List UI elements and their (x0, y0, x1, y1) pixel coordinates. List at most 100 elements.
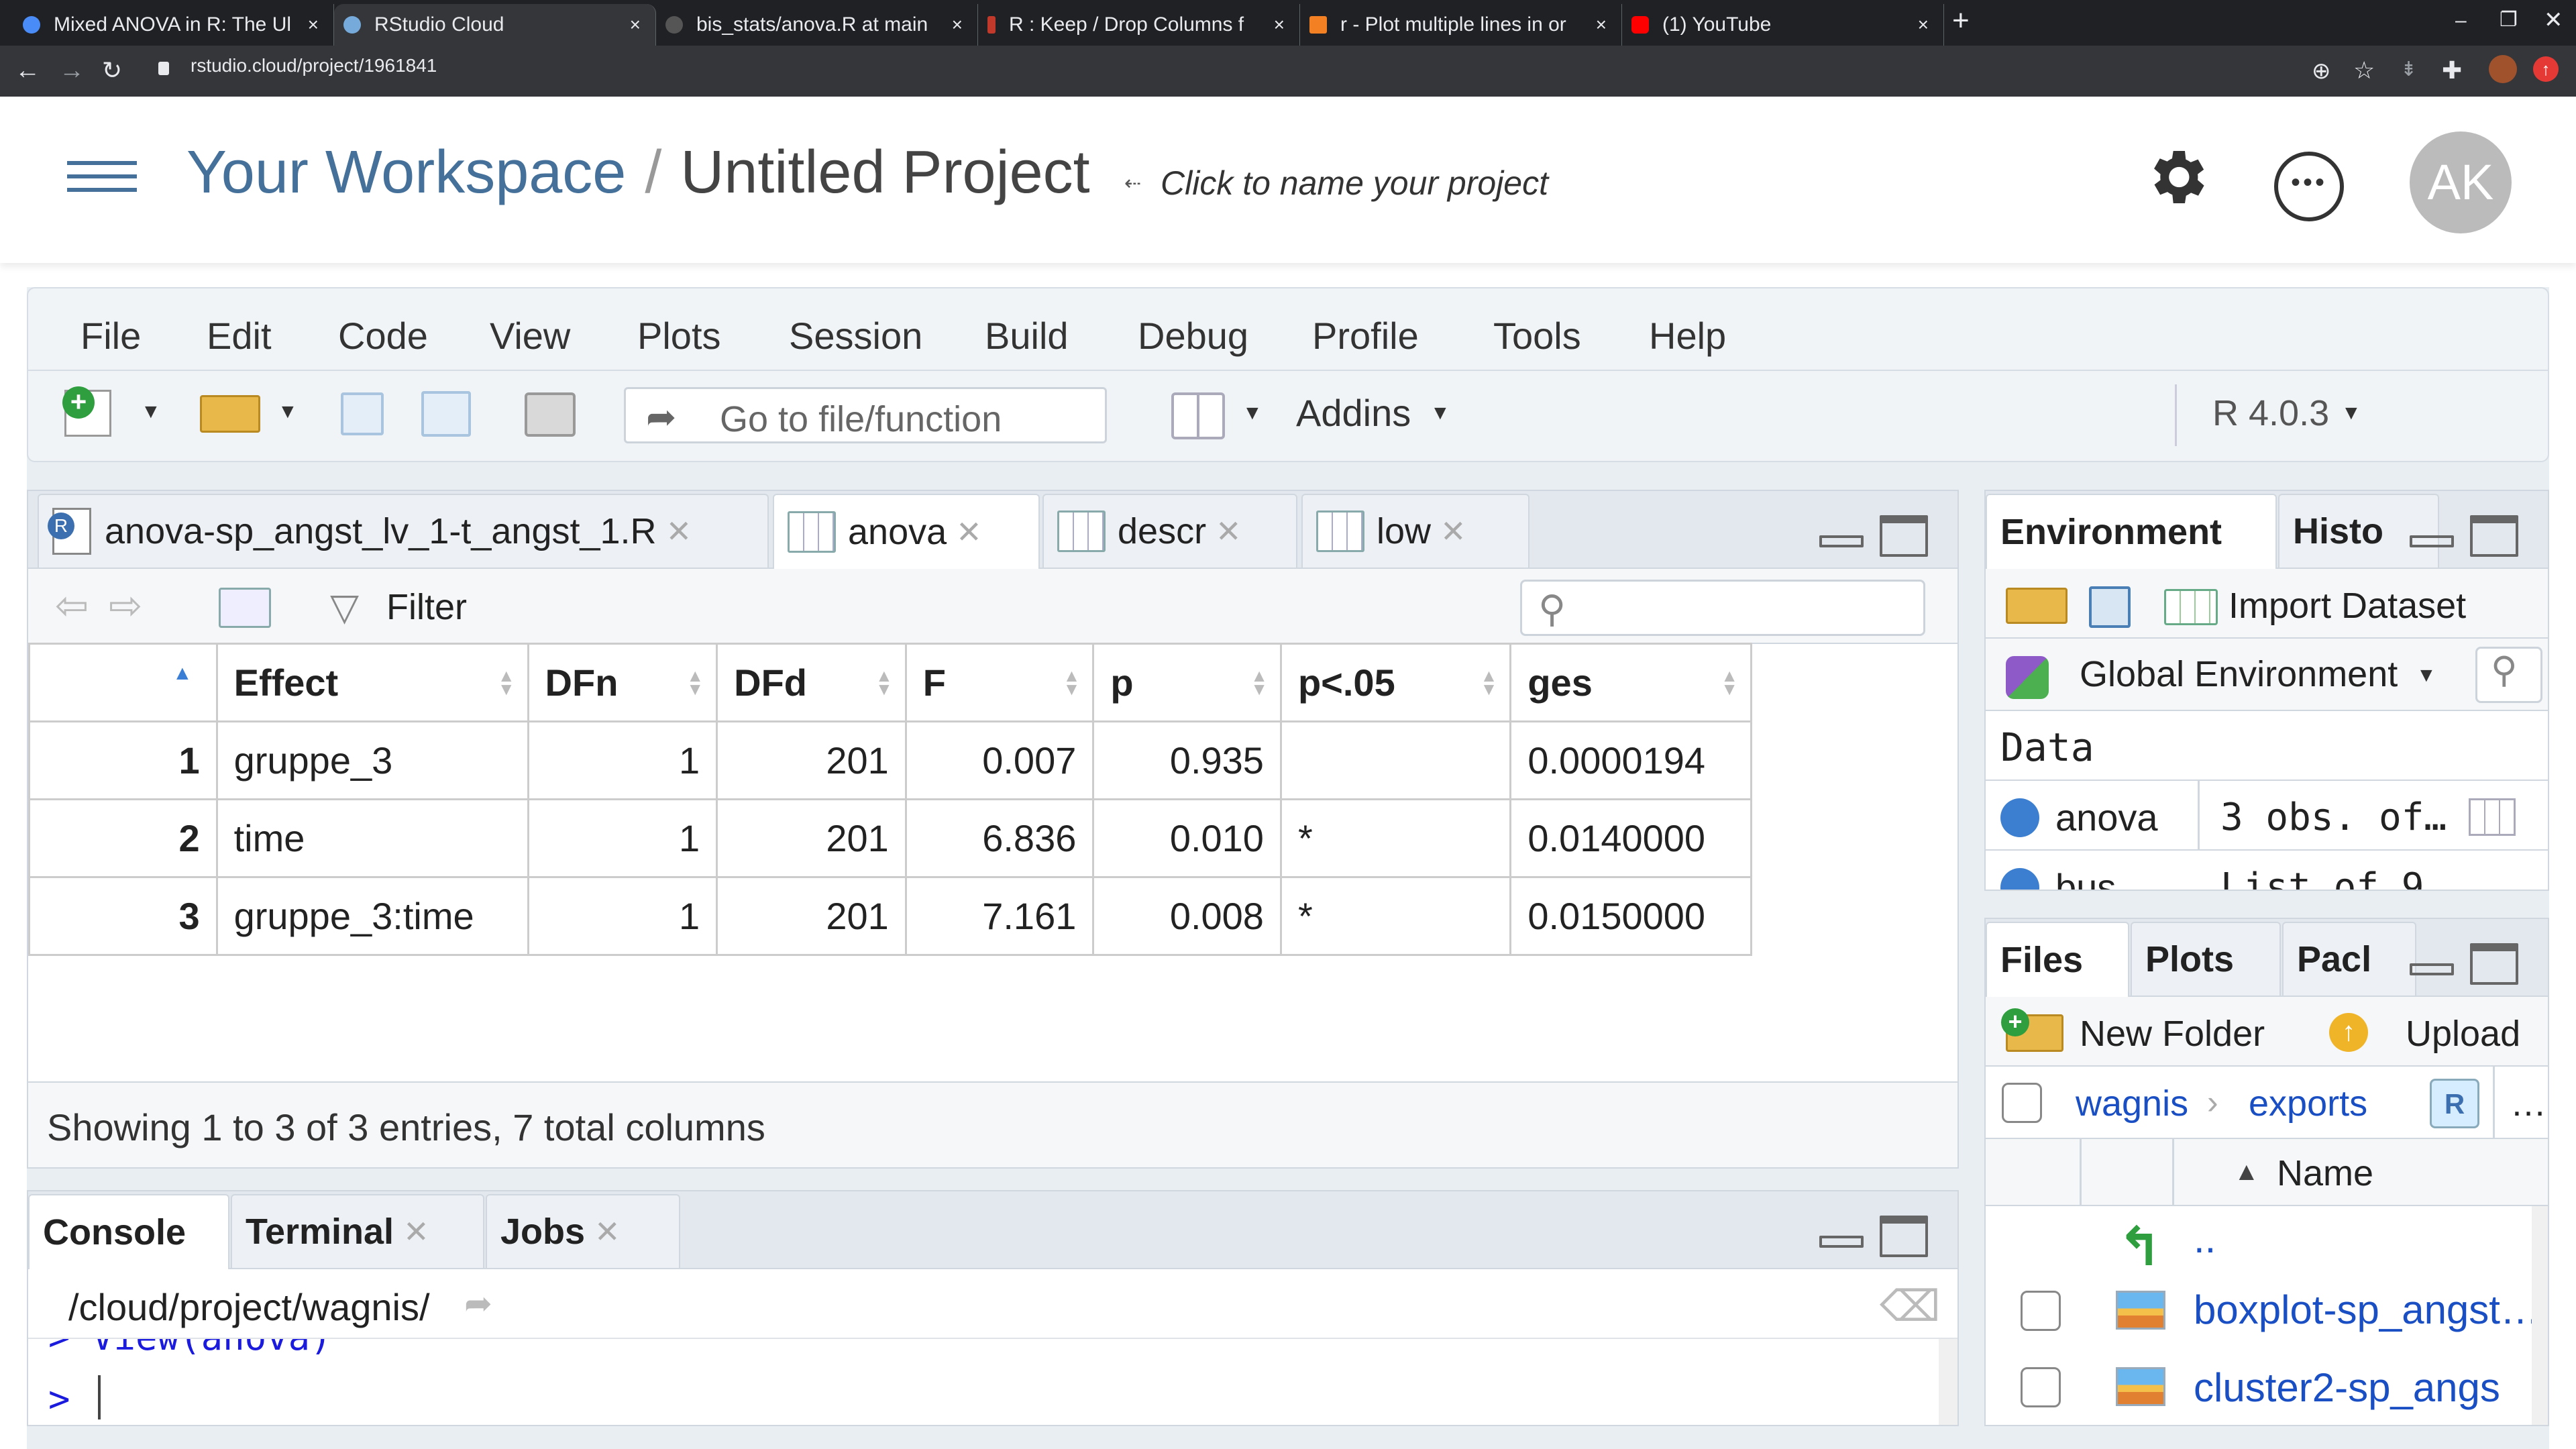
open-folder-icon[interactable] (200, 395, 260, 433)
browser-tab[interactable]: (1) YouTube × (1622, 4, 1944, 46)
menu-tools[interactable]: Tools (1493, 314, 1581, 358)
close-tab-icon[interactable]: ✕ (594, 1214, 621, 1250)
column-header-p-sig[interactable]: p<.05 ▲ ▼ (1279, 643, 1512, 722)
menu-help[interactable]: Help (1649, 314, 1726, 358)
back-icon[interactable]: ⇦ (55, 582, 89, 629)
browser-tab[interactable]: bis_stats/anova.R at main × (656, 4, 978, 46)
print-icon[interactable] (525, 392, 576, 437)
popout-icon[interactable] (219, 588, 271, 628)
close-tab-icon[interactable]: ✕ (666, 513, 692, 549)
back-icon[interactable]: ← (15, 56, 40, 85)
browser-tab[interactable]: R : Keep / Drop Columns f × (978, 4, 1300, 46)
view-data-icon[interactable] (2469, 798, 2516, 836)
menu-view[interactable]: View (490, 314, 570, 358)
scrollbar[interactable] (1939, 1339, 1957, 1425)
close-window-icon[interactable]: ✕ (2544, 7, 2563, 34)
file-checkbox[interactable] (2021, 1367, 2061, 1407)
menu-file[interactable]: File (80, 314, 141, 358)
r-version-selector[interactable]: R 4.0.3 (2212, 392, 2329, 434)
extensions-puzzle-icon[interactable]: ✚ (2442, 56, 2462, 85)
working-directory[interactable]: /cloud/project/wagnis/ (68, 1285, 430, 1329)
tab-history[interactable]: Histo (2278, 494, 2439, 568)
search-icon[interactable]: ⚲ (2475, 647, 2542, 703)
chevron-down-icon[interactable]: ▼ (1242, 402, 1263, 425)
column-header-dfd[interactable]: DFd ▲ ▼ (716, 643, 907, 722)
menu-debug[interactable]: Debug (1138, 314, 1248, 358)
browser-tab[interactable]: r - Plot multiple lines in or × (1300, 4, 1622, 46)
minimize-window-icon[interactable]: – (2455, 9, 2467, 32)
save-icon[interactable] (341, 392, 384, 435)
restore-window-icon[interactable]: ❐ (2500, 8, 2518, 32)
menu-build[interactable]: Build (985, 314, 1069, 358)
bookmark-star-icon[interactable]: ☆ (2353, 56, 2375, 85)
maximize-pane-icon[interactable] (2470, 943, 2518, 985)
file-checkbox[interactable] (2021, 1291, 2061, 1331)
r-project-icon[interactable]: R (2430, 1079, 2479, 1128)
column-header-name[interactable]: Name (2277, 1152, 2373, 1194)
close-tab-icon[interactable]: ✕ (1216, 513, 1242, 549)
column-header-ges[interactable]: ges ▲ ▼ (1509, 643, 1752, 722)
tab-jobs[interactable]: Jobs ✕ (486, 1194, 680, 1268)
chevron-down-icon[interactable]: ▼ (2341, 402, 2361, 425)
column-header-dfn[interactable]: DFn ▲ ▼ (527, 643, 718, 722)
file-link[interactable]: cluster2-sp_angs (2194, 1364, 2500, 1411)
addins-button[interactable]: Addins (1296, 391, 1411, 435)
save-icon[interactable] (2089, 586, 2131, 628)
maximize-pane-icon[interactable] (1880, 1216, 1928, 1257)
go-to-file-input[interactable]: ➦ Go to file/function (624, 387, 1107, 443)
chevron-down-icon[interactable]: ▼ (2416, 664, 2436, 687)
new-file-icon[interactable]: + (62, 386, 111, 437)
menu-plots[interactable]: Plots (637, 314, 721, 358)
maximize-pane-icon[interactable] (2470, 515, 2518, 557)
tab-plots[interactable]: Plots (2131, 922, 2281, 996)
tab-anova[interactable]: anova ✕ (773, 494, 1040, 569)
scrollbar[interactable] (2532, 1206, 2548, 1425)
menu-code[interactable]: Code (338, 314, 428, 358)
reload-icon[interactable]: ↻ (102, 56, 122, 85)
goto-directory-icon[interactable]: ➦ (464, 1284, 492, 1323)
maximize-pane-icon[interactable] (1880, 515, 1928, 557)
minimize-pane-icon[interactable] (2410, 963, 2454, 975)
tab-terminal[interactable]: Terminal ✕ (231, 1194, 484, 1268)
close-tab-icon[interactable]: × (630, 14, 641, 36)
close-tab-icon[interactable]: × (952, 14, 963, 36)
column-header-effect[interactable]: Effect ▲ ▼ (215, 643, 529, 722)
open-folder-icon[interactable] (2006, 588, 2068, 624)
column-header-p[interactable]: p ▲ ▼ (1092, 643, 1282, 722)
browser-tab[interactable]: Mixed ANOVA in R: The Ul × (13, 4, 334, 46)
breadcrumb-exports[interactable]: exports (2249, 1083, 2367, 1124)
menu-profile[interactable]: Profile (1312, 314, 1419, 358)
close-tab-icon[interactable]: × (1274, 14, 1285, 36)
close-tab-icon[interactable]: ✕ (956, 514, 982, 550)
chevron-down-icon[interactable]: ▼ (278, 400, 298, 423)
close-tab-icon[interactable]: ✕ (403, 1214, 429, 1250)
import-dataset-button[interactable]: Import Dataset (2229, 585, 2466, 627)
filter-icon[interactable]: ▽ (330, 585, 359, 629)
project-name-hint[interactable]: Click to name your project (1161, 164, 1548, 203)
chevron-down-icon[interactable]: ▼ (1430, 402, 1450, 425)
sort-ascending-icon[interactable]: ▲ (2234, 1158, 2259, 1187)
tab-descr[interactable]: descr ✕ (1042, 494, 1297, 568)
table-search-input[interactable]: ⚲ (1520, 580, 1925, 636)
environment-scope-select[interactable]: Global Environment (2080, 653, 2398, 695)
select-all-checkbox[interactable] (2002, 1083, 2042, 1123)
new-folder-icon[interactable]: + (2001, 1008, 2063, 1052)
filter-button[interactable]: Filter (386, 586, 467, 628)
expand-object-icon[interactable] (2000, 868, 2039, 890)
tab-files[interactable]: Files (1986, 922, 2129, 997)
save-all-icon[interactable] (421, 391, 471, 437)
tab-anova-script[interactable]: R anova-sp_angst_lv_1-t_angst_1.R ✕ (38, 494, 769, 568)
gear-icon[interactable] (2141, 142, 2211, 212)
profile-avatar-icon[interactable] (2489, 55, 2517, 83)
upload-button[interactable]: Upload (2406, 1013, 2520, 1055)
update-icon[interactable]: ↑ (2533, 56, 2559, 82)
new-tab-button[interactable]: + (1952, 4, 1970, 38)
import-dataset-icon[interactable] (2164, 589, 2218, 625)
breadcrumb-wagnis[interactable]: wagnis (2076, 1083, 2188, 1124)
more-options-icon[interactable]: ••• (2274, 152, 2344, 221)
extension-icon[interactable]: ⇟ (2400, 58, 2417, 81)
new-folder-button[interactable]: New Folder (2080, 1013, 2265, 1055)
avatar[interactable]: AK (2410, 131, 2512, 233)
column-header-rownum[interactable]: ▲ (28, 643, 218, 722)
expand-object-icon[interactable] (2000, 798, 2039, 837)
